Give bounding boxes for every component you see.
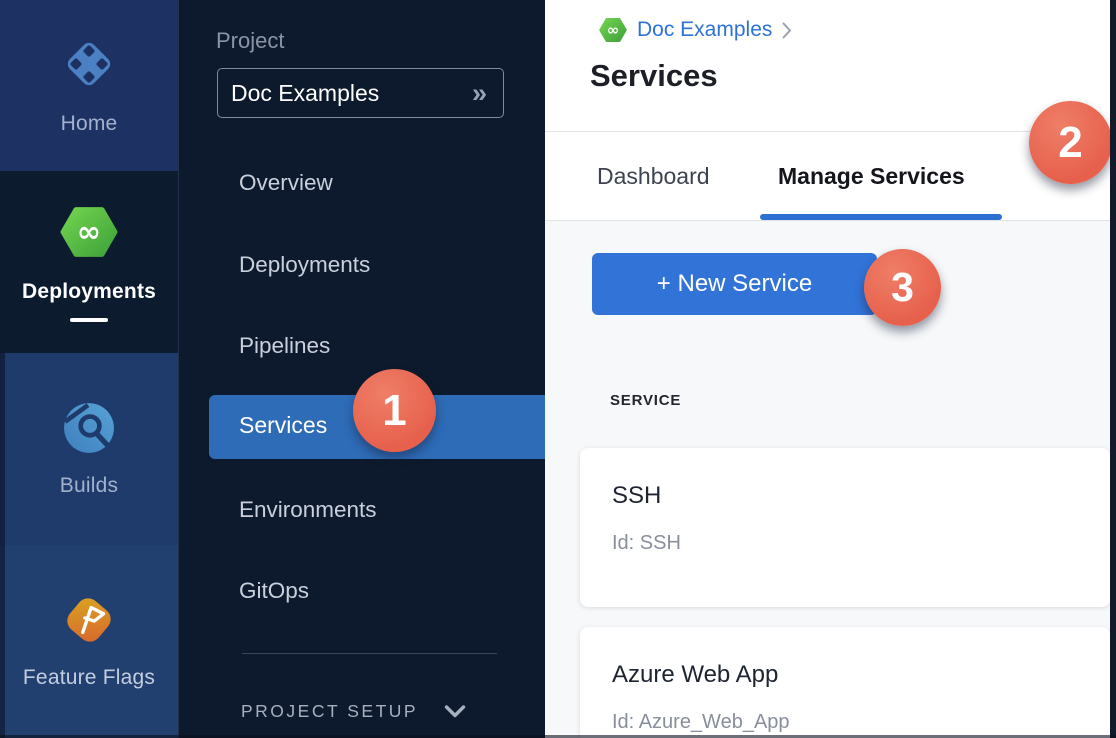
service-name: Azure Web App — [612, 661, 778, 689]
service-id: Id: Azure_Web_App — [612, 711, 790, 734]
rail-item-label: Feature Flags — [23, 666, 155, 690]
feature-flags-icon — [62, 593, 116, 652]
app-window: Home ∞ Deployments — [0, 0, 1116, 738]
sidebar-divider — [242, 653, 497, 654]
sidebar-item-gitops[interactable]: GitOps — [239, 576, 309, 606]
project-picker[interactable]: Doc Examples » — [217, 68, 504, 118]
main-content: ∞ Doc Examples Services Dashboard Manage… — [545, 0, 1116, 738]
service-column-header: SERVICE — [610, 392, 681, 409]
sidebar-item-label: Services — [239, 412, 327, 439]
new-service-button[interactable]: + New Service — [592, 253, 877, 315]
service-card-azure-web-app[interactable]: Azure Web App Id: Azure_Web_App — [580, 627, 1110, 738]
breadcrumb-project-icon: ∞ — [599, 16, 627, 44]
breadcrumb: ∞ Doc Examples — [599, 16, 792, 44]
project-picker-value: Doc Examples — [231, 80, 472, 107]
rail-item-builds[interactable]: Builds — [0, 353, 178, 545]
rail-item-label: Home — [61, 112, 118, 136]
service-card-ssh[interactable]: SSH Id: SSH — [580, 448, 1110, 607]
page-title: Services — [590, 58, 718, 94]
double-chevron-right-icon[interactable]: » — [472, 80, 487, 107]
rail-edge-shadow — [0, 353, 5, 738]
tab-manage-services[interactable]: Manage Services — [778, 163, 965, 190]
svg-text:∞: ∞ — [607, 21, 620, 39]
rail-item-feature-flags[interactable]: Feature Flags — [0, 545, 178, 738]
svg-text:∞: ∞ — [77, 214, 101, 248]
service-id: Id: SSH — [612, 532, 681, 555]
sidebar-item-overview[interactable]: Overview — [239, 168, 333, 198]
project-setup-label: PROJECT SETUP — [241, 701, 418, 722]
tab-dashboard[interactable]: Dashboard — [597, 163, 710, 190]
home-icon — [60, 35, 118, 98]
right-edge-border — [1110, 0, 1116, 738]
sidebar-item-deployments[interactable]: Deployments — [239, 250, 370, 280]
annotation-callout-3: 3 — [864, 249, 941, 326]
module-rail: Home ∞ Deployments — [0, 0, 178, 738]
chevron-down-icon — [444, 704, 466, 719]
project-sidebar: Project Doc Examples » Overview Deployme… — [178, 0, 545, 738]
project-label: Project — [216, 28, 284, 54]
builds-icon — [62, 401, 116, 460]
active-module-indicator — [70, 318, 108, 322]
annotation-callout-1: 1 — [353, 369, 436, 452]
rail-item-label: Deployments — [22, 280, 156, 304]
rail-item-label: Builds — [60, 474, 118, 498]
breadcrumb-project-link[interactable]: Doc Examples — [637, 18, 772, 42]
breadcrumb-chevron-icon — [782, 22, 792, 39]
project-setup-section-toggle[interactable]: PROJECT SETUP — [241, 701, 466, 722]
service-name: SSH — [612, 482, 661, 510]
rail-item-home[interactable]: Home — [0, 0, 178, 171]
services-content: + New Service SERVICE SSH Id: SSH Azure … — [545, 221, 1116, 738]
rail-item-deployments[interactable]: ∞ Deployments — [0, 171, 178, 353]
deployments-icon: ∞ — [60, 203, 118, 266]
annotation-callout-2: 2 — [1029, 101, 1112, 184]
sidebar-item-environments[interactable]: Environments — [239, 495, 377, 525]
sidebar-item-pipelines[interactable]: Pipelines — [239, 331, 330, 361]
